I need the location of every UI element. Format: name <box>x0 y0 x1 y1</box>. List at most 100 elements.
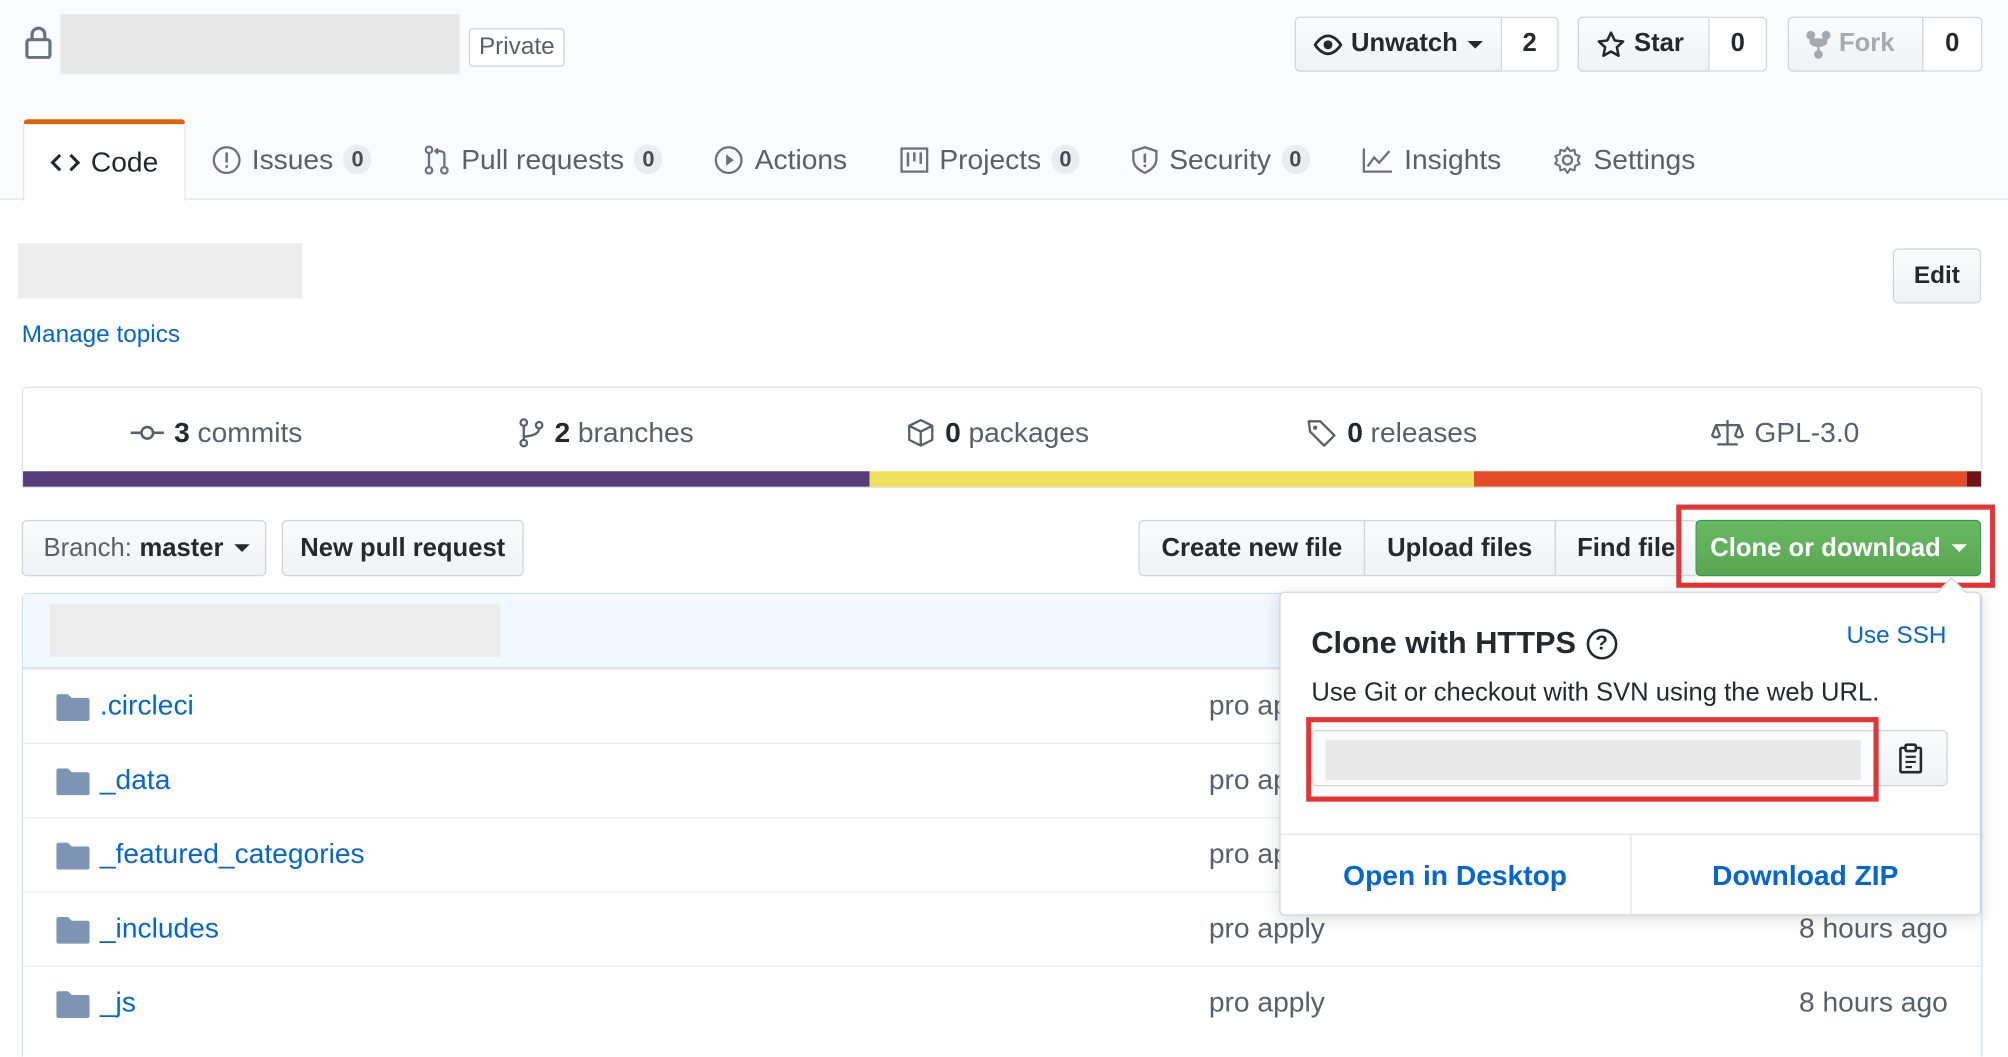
folder-icon <box>56 991 90 1019</box>
releases-link[interactable]: 0 releases <box>1306 414 1477 452</box>
highlight-box-clone-button <box>1676 504 1996 588</box>
tab-issues[interactable]: Issues 0 <box>185 119 397 200</box>
create-new-file-button[interactable]: Create new file <box>1138 519 1366 577</box>
highlight-box-clone-url <box>1306 717 1879 802</box>
copy-url-button[interactable] <box>1873 729 1948 787</box>
tab-security[interactable]: Security 0 <box>1105 119 1335 200</box>
tab-pull-requests[interactable]: Pull requests 0 <box>397 119 688 200</box>
fork-button[interactable]: Fork <box>1787 16 1924 72</box>
branch-select-button[interactable]: Branch: master <box>21 519 267 577</box>
file-name-link[interactable]: _includes <box>100 912 219 945</box>
commits-count: 3 <box>174 416 190 449</box>
private-label: Private <box>468 28 565 67</box>
branch-icon <box>519 418 544 448</box>
repo-nav-tabs: Code Issues 0 Pull requests 0 Actions Pr… <box>23 119 1721 202</box>
tag-icon <box>1307 420 1336 447</box>
tab-settings-label: Settings <box>1593 142 1696 175</box>
play-icon <box>715 145 744 174</box>
eye-icon <box>1313 33 1343 55</box>
tab-insights-label: Insights <box>1404 142 1502 175</box>
star-button[interactable]: Star <box>1577 16 1710 72</box>
tab-projects-label: Projects <box>939 142 1042 175</box>
stargazers-count[interactable]: 0 <box>1709 16 1768 72</box>
language-segment-1 <box>23 471 869 487</box>
clipboard-icon <box>1899 743 1923 774</box>
watchers-count[interactable]: 2 <box>1502 16 1559 72</box>
packages-link[interactable]: 0 packages <box>907 414 1089 452</box>
pull-request-icon <box>424 144 449 175</box>
download-zip-button[interactable]: Download ZIP <box>1631 835 1980 917</box>
releases-label: releases <box>1370 416 1478 449</box>
gear-icon <box>1554 145 1582 174</box>
new-pull-request-button[interactable]: New pull request <box>281 519 524 577</box>
tab-issues-label: Issues <box>251 142 334 175</box>
star-group: Star 0 <box>1577 16 1768 72</box>
clone-dropdown: Clone with HTTPS ? Use SSH Use Git or ch… <box>1279 577 1982 917</box>
tab-code[interactable]: Code <box>23 119 186 202</box>
issue-icon <box>212 145 241 174</box>
clone-description: Use Git or checkout with SVN using the w… <box>1311 678 1880 707</box>
folder-icon <box>56 916 90 944</box>
file-name-link[interactable]: .circleci <box>100 689 194 722</box>
commit-message-link[interactable]: pro apply <box>1209 986 1325 1019</box>
question-icon[interactable]: ? <box>1586 628 1617 660</box>
commit-icon <box>130 425 164 440</box>
branches-label: branches <box>577 416 694 449</box>
issues-counter: 0 <box>343 144 372 175</box>
file-name-link[interactable]: _featured_categories <box>100 838 365 871</box>
numbers-summary: 3 commits 2 branches 0 packages 0 releas… <box>21 386 1983 488</box>
repo-name-redacted[interactable] <box>60 14 460 75</box>
chevron-down-icon <box>1468 40 1484 49</box>
tab-pull-requests-label: Pull requests <box>461 142 625 175</box>
tab-code-label: Code <box>90 145 159 179</box>
branch-prefix: Branch: <box>43 533 132 562</box>
releases-count: 0 <box>1347 416 1363 449</box>
unwatch-label: Unwatch <box>1351 29 1458 58</box>
star-label: Star <box>1634 29 1684 58</box>
file-name-link[interactable]: _js <box>100 986 136 1019</box>
language-segment-2 <box>868 471 1474 487</box>
repo-description-redacted <box>17 243 303 299</box>
branches-link[interactable]: 2 branches <box>519 414 694 452</box>
unwatch-button[interactable]: Unwatch <box>1294 16 1503 72</box>
lock-icon <box>25 26 52 59</box>
open-in-desktop-button[interactable]: Open in Desktop <box>1281 834 1631 917</box>
watch-group: Unwatch 2 <box>1294 16 1559 72</box>
use-ssh-link[interactable]: Use SSH <box>1846 622 1946 650</box>
tab-projects[interactable]: Projects 0 <box>873 119 1105 200</box>
branch-name: master <box>139 533 224 562</box>
file-row: _js pro apply 8 hours ago <box>23 965 1982 1040</box>
manage-topics-link[interactable]: Manage topics <box>22 321 180 349</box>
tab-insights[interactable]: Insights <box>1335 119 1527 200</box>
commits-label: commits <box>197 416 303 449</box>
forks-count[interactable]: 0 <box>1923 16 1983 72</box>
file-name-link[interactable]: _data <box>100 763 171 796</box>
tab-actions[interactable]: Actions <box>688 119 873 200</box>
license-label: GPL-3.0 <box>1754 416 1860 449</box>
folder-icon <box>56 694 90 721</box>
tab-settings[interactable]: Settings <box>1527 119 1721 200</box>
repo-header: Private Unwatch 2 Star 0 Fork 0 Code Iss… <box>0 0 2008 202</box>
upload-files-button[interactable]: Upload files <box>1364 519 1556 577</box>
tab-actions-label: Actions <box>754 142 848 175</box>
folder-icon <box>56 768 90 796</box>
edit-button[interactable]: Edit <box>1892 248 1982 304</box>
clone-title: Clone with HTTPS ? <box>1311 626 1617 662</box>
project-icon <box>899 146 928 173</box>
packages-count: 0 <box>945 416 961 449</box>
language-segment-3 <box>1473 471 1968 487</box>
language-bar[interactable] <box>23 471 1982 487</box>
commits-link[interactable]: 3 commits <box>130 414 303 452</box>
license-link[interactable]: GPL-3.0 <box>1711 414 1859 452</box>
code-icon <box>50 153 81 172</box>
latest-commit-redacted <box>49 604 501 657</box>
law-icon <box>1711 420 1745 446</box>
shield-icon <box>1132 145 1158 174</box>
clone-title-text: Clone with HTTPS <box>1311 626 1576 661</box>
language-segment-4 <box>1967 471 1982 487</box>
graph-icon <box>1362 147 1392 173</box>
fork-group: Fork 0 <box>1787 16 1983 72</box>
security-counter: 0 <box>1281 144 1310 175</box>
clone-dropdown-footer: Open in Desktop Download ZIP <box>1280 833 1980 917</box>
branches-count: 2 <box>554 416 571 449</box>
